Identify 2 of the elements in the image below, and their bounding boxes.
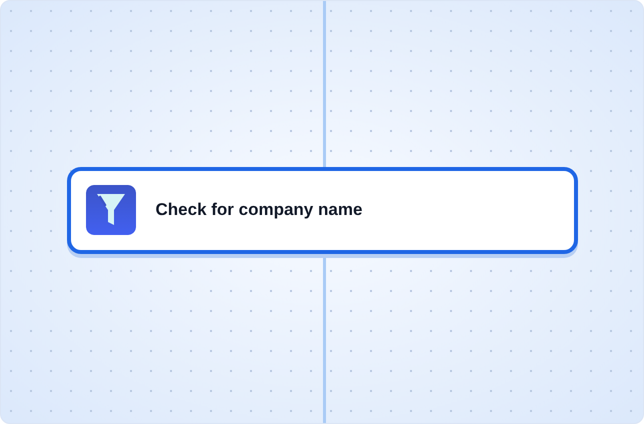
filter-icon xyxy=(86,185,136,235)
node-title: Check for company name xyxy=(156,200,362,220)
